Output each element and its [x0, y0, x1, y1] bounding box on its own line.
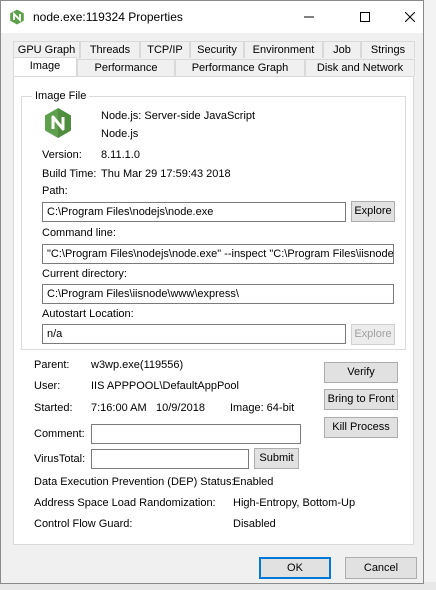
minimize-button[interactable]: [286, 1, 332, 33]
tab-environment[interactable]: Environment: [244, 41, 323, 58]
tab-disk-and-network[interactable]: Disk and Network: [305, 59, 415, 76]
image-file-group-label: Image File: [32, 90, 90, 102]
ok-button[interactable]: OK: [259, 557, 331, 579]
user-value: IIS APPPOOL\DefaultAppPool: [91, 380, 239, 392]
image-company: Node.js: [101, 128, 139, 140]
image-bitness: Image: 64-bit: [230, 402, 295, 414]
comment-label: Comment:: [34, 428, 85, 440]
parent-value: w3wp.exe(119556): [91, 359, 184, 371]
background-window-strip: [424, 0, 436, 590]
tab-security[interactable]: Security: [190, 41, 244, 58]
autostart-location-label: Autostart Location:: [42, 308, 134, 320]
virustotal-label: VirusTotal:: [34, 453, 86, 465]
version-value: 8.11.1.0: [101, 149, 140, 161]
started-date: 10/9/2018: [156, 402, 205, 414]
minimize-icon: [304, 16, 314, 18]
maximize-button[interactable]: [342, 1, 388, 33]
current-directory-label: Current directory:: [42, 268, 127, 280]
version-label: Version:: [42, 149, 82, 161]
close-button[interactable]: [387, 1, 433, 33]
user-label: User:: [34, 380, 61, 392]
aslr-label: Address Space Load Randomization:: [34, 497, 216, 509]
nodejs-image-icon: [45, 108, 71, 138]
properties-dialog: node.exe:119324 Properties GPU Graph Thr…: [0, 0, 424, 584]
started-label: Started:: [34, 402, 73, 414]
tab-tcpip[interactable]: TCP/IP: [140, 41, 190, 58]
kill-process-button[interactable]: Kill Process: [324, 417, 398, 438]
explore-autostart-button[interactable]: Explore: [351, 324, 395, 345]
comment-field[interactable]: [91, 424, 301, 444]
virustotal-submit-button[interactable]: Submit: [254, 448, 299, 469]
verify-button[interactable]: Verify: [324, 362, 398, 383]
cfg-value: Disabled: [233, 518, 276, 530]
tab-gpu-graph[interactable]: GPU Graph: [13, 41, 80, 58]
path-label: Path:: [42, 185, 68, 197]
dep-value: Enabled: [233, 476, 274, 488]
autostart-location-field[interactable]: n/a: [42, 324, 346, 344]
tab-strings[interactable]: Strings: [361, 41, 415, 58]
title-bar[interactable]: node.exe:119324 Properties: [1, 1, 423, 33]
explore-path-button[interactable]: Explore: [351, 201, 395, 222]
cancel-button[interactable]: Cancel: [345, 557, 417, 579]
tab-threads[interactable]: Threads: [80, 41, 140, 58]
window-title: node.exe:119324 Properties: [33, 10, 183, 24]
nodejs-app-icon: [10, 9, 24, 25]
tab-row-top: GPU Graph Threads TCP/IP Security Enviro…: [13, 41, 415, 58]
maximize-icon: [360, 12, 370, 22]
bring-to-front-button[interactable]: Bring to Front: [324, 389, 398, 410]
aslr-value: High-Entropy, Bottom-Up: [233, 497, 356, 509]
image-description: Node.js: Server-side JavaScript: [101, 110, 256, 122]
cfg-label: Control Flow Guard:: [34, 518, 133, 530]
build-time-value: Thu Mar 29 17:59:43 2018: [101, 168, 231, 180]
dep-label: Data Execution Prevention (DEP) Status:: [34, 476, 235, 488]
parent-label: Parent:: [34, 359, 70, 371]
tab-performance[interactable]: Performance: [77, 59, 175, 76]
current-directory-field[interactable]: C:\Program Files\iisnode\www\express\: [42, 284, 394, 304]
tab-job[interactable]: Job: [323, 41, 361, 58]
close-icon: [405, 12, 415, 22]
build-time-label: Build Time:: [42, 168, 97, 180]
started-time: 7:16:00 AM: [91, 402, 147, 414]
command-line-label: Command line:: [42, 227, 116, 239]
tab-row-bottom: Image Performance Performance Graph Disk…: [13, 57, 415, 76]
path-field[interactable]: C:\Program Files\nodejs\node.exe: [42, 202, 346, 222]
tab-image[interactable]: Image: [13, 57, 77, 76]
command-line-field[interactable]: "C:\Program Files\nodejs\node.exe" --ins…: [42, 244, 394, 264]
tab-performance-graph[interactable]: Performance Graph: [175, 59, 305, 76]
virustotal-field[interactable]: [91, 449, 249, 469]
